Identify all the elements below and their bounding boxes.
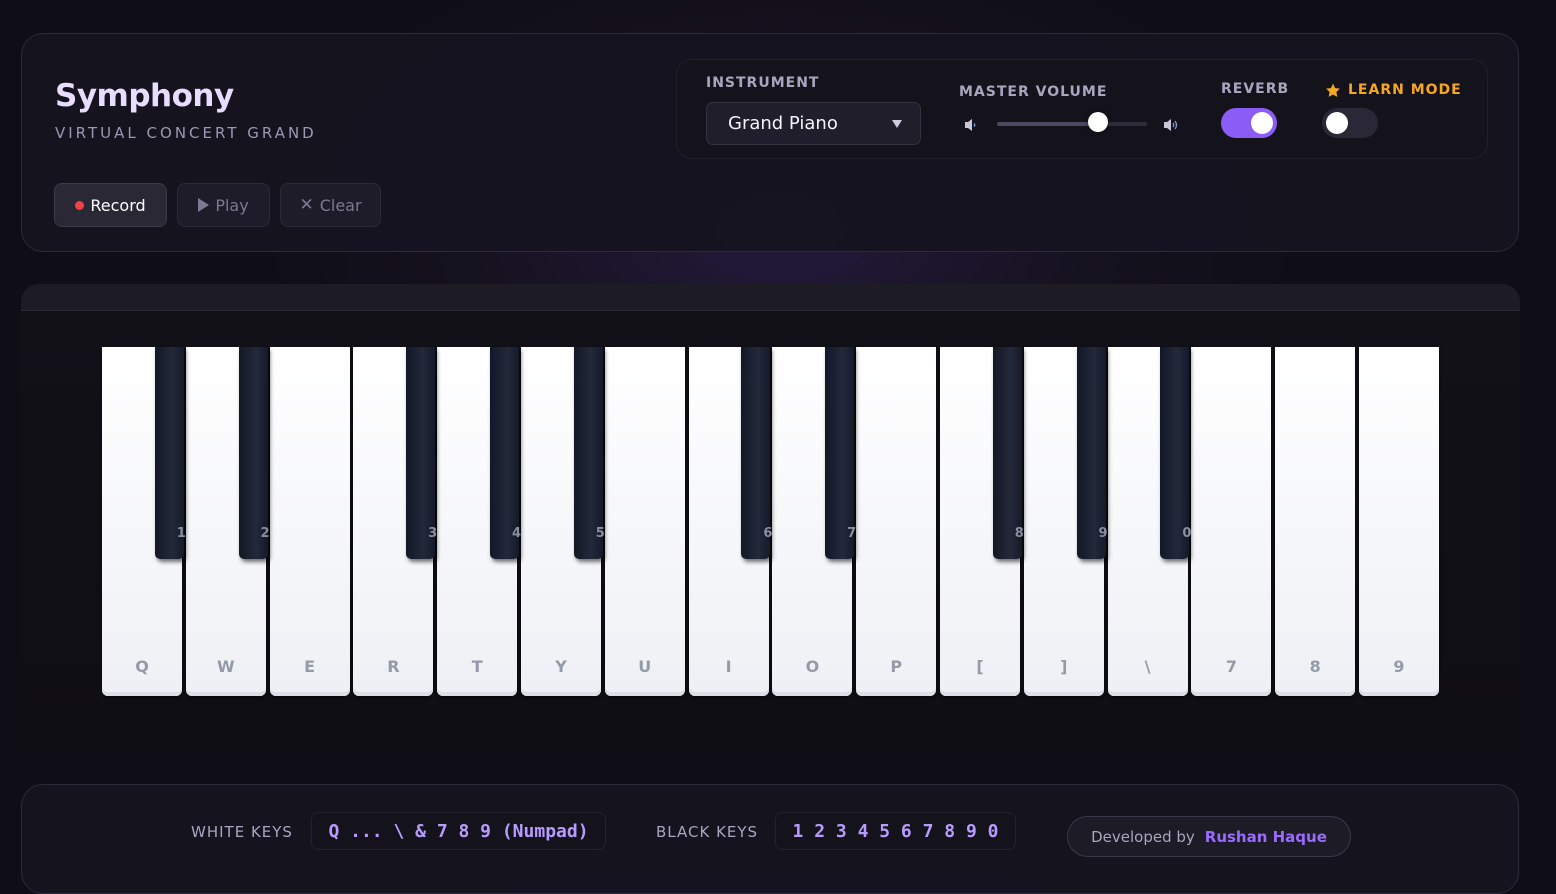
black-key[interactable]: 3 xyxy=(406,347,438,559)
instrument-value: Grand Piano xyxy=(728,113,838,134)
black-key[interactable]: 7 xyxy=(825,347,857,559)
black-key[interactable]: 9 xyxy=(1076,347,1108,559)
white-key[interactable]: 9 xyxy=(1359,347,1439,696)
white-key-label: Q xyxy=(135,657,149,676)
clear-label: Clear xyxy=(319,195,362,215)
white-key-label: E xyxy=(304,657,316,676)
volume-fill xyxy=(997,122,1098,126)
white-keys-label: WHITE KEYS xyxy=(191,823,293,841)
play-label: Play xyxy=(215,195,249,215)
white-key-label: T xyxy=(471,657,483,676)
white-key-label: Y xyxy=(555,657,567,676)
black-key-label: 9 xyxy=(1098,526,1108,541)
black-key-label: 2 xyxy=(260,526,270,541)
white-key[interactable]: 8 xyxy=(1275,347,1356,696)
app-subtitle: VIRTUAL CONCERT GRAND xyxy=(55,124,317,142)
credit-prefix: Developed by xyxy=(1091,827,1195,846)
chevron-down-icon xyxy=(892,119,902,128)
close-icon: ✕ xyxy=(299,195,314,215)
play-button[interactable]: Play xyxy=(177,183,270,227)
white-key-label: 9 xyxy=(1393,657,1405,676)
credit-name: Rushan Haque xyxy=(1204,827,1327,846)
black-key-label: 3 xyxy=(428,526,438,541)
white-key-label: I xyxy=(725,657,732,676)
keyboard-lid xyxy=(21,284,1520,311)
play-icon xyxy=(198,198,210,212)
volume-thumb[interactable] xyxy=(1087,112,1108,132)
white-key-label: W xyxy=(216,657,235,676)
white-key-label: \ xyxy=(1144,657,1151,676)
instrument-select[interactable]: Grand Piano xyxy=(706,102,921,145)
volume-slider[interactable] xyxy=(997,122,1147,126)
white-key-label: U xyxy=(638,657,652,676)
learn-toggle-knob xyxy=(1326,112,1348,134)
black-key-label: 4 xyxy=(511,526,521,541)
instrument-label: INSTRUMENT xyxy=(706,75,820,91)
learn-mode-label: LEARN MODE xyxy=(1325,82,1462,98)
volume-label: MASTER VOLUME xyxy=(959,84,1108,100)
black-key[interactable]: 6 xyxy=(741,347,773,559)
clear-button[interactable]: ✕ Clear xyxy=(280,183,381,227)
record-label: Record xyxy=(90,195,146,215)
black-keys-mapping: 1 2 3 4 5 6 7 8 9 0 xyxy=(775,812,1016,850)
white-key[interactable]: U xyxy=(604,347,685,696)
white-key-label: [ xyxy=(976,657,984,676)
white-key-label: R xyxy=(387,657,400,676)
white-keys-mapping: Q ... \ & 7 8 9 (Numpad) xyxy=(311,812,606,850)
white-key-label: P xyxy=(890,657,903,676)
reverb-toggle[interactable] xyxy=(1221,108,1277,138)
reverb-toggle-knob xyxy=(1251,112,1273,134)
app-title: Symphony xyxy=(55,78,234,114)
white-key[interactable]: E xyxy=(269,347,350,696)
black-keys-label: BLACK KEYS xyxy=(656,823,759,841)
white-key-label: O xyxy=(805,657,820,676)
learn-mode-text: LEARN MODE xyxy=(1348,82,1462,98)
black-key[interactable]: 2 xyxy=(238,347,270,559)
header-panel: Symphony VIRTUAL CONCERT GRAND Record Pl… xyxy=(21,33,1519,252)
white-key-label: 8 xyxy=(1309,657,1321,676)
black-key-label: 7 xyxy=(847,526,857,541)
black-key[interactable]: 0 xyxy=(1160,347,1192,559)
volume-low-icon xyxy=(965,119,976,131)
record-button[interactable]: Record xyxy=(54,183,167,227)
white-key[interactable]: P xyxy=(856,347,937,696)
white-key-label: ] xyxy=(1060,657,1068,676)
volume-high-icon xyxy=(1164,119,1178,131)
piano-keyboard: Q W E R T Y U I O P [] \ 7 8 9 1 2 3 4 5 6 7 8 9 0 xyxy=(21,284,1520,752)
black-key[interactable]: 5 xyxy=(573,347,605,559)
black-key-label: 5 xyxy=(595,526,605,541)
developer-credit: Developed by Rushan Haque xyxy=(1067,816,1351,857)
black-key[interactable]: 4 xyxy=(490,347,521,559)
record-dot-icon xyxy=(75,200,85,210)
controls-panel: INSTRUMENT Grand Piano MASTER VOLUME REV… xyxy=(676,59,1488,159)
white-key[interactable]: 7 xyxy=(1191,347,1272,696)
black-key-label: 8 xyxy=(1014,526,1024,541)
black-key-label: 6 xyxy=(763,526,773,541)
reverb-label: REVERB xyxy=(1221,81,1290,97)
black-key[interactable]: 1 xyxy=(154,347,186,559)
star-icon xyxy=(1326,83,1340,97)
black-key[interactable]: 8 xyxy=(992,347,1024,559)
white-key-label: 7 xyxy=(1225,657,1237,676)
black-key-label: 0 xyxy=(1182,526,1192,541)
footer-panel: WHITE KEYS Q ... \ & 7 8 9 (Numpad) BLAC… xyxy=(21,784,1519,894)
black-key-label: 1 xyxy=(176,526,186,541)
learn-mode-toggle[interactable] xyxy=(1322,108,1378,138)
